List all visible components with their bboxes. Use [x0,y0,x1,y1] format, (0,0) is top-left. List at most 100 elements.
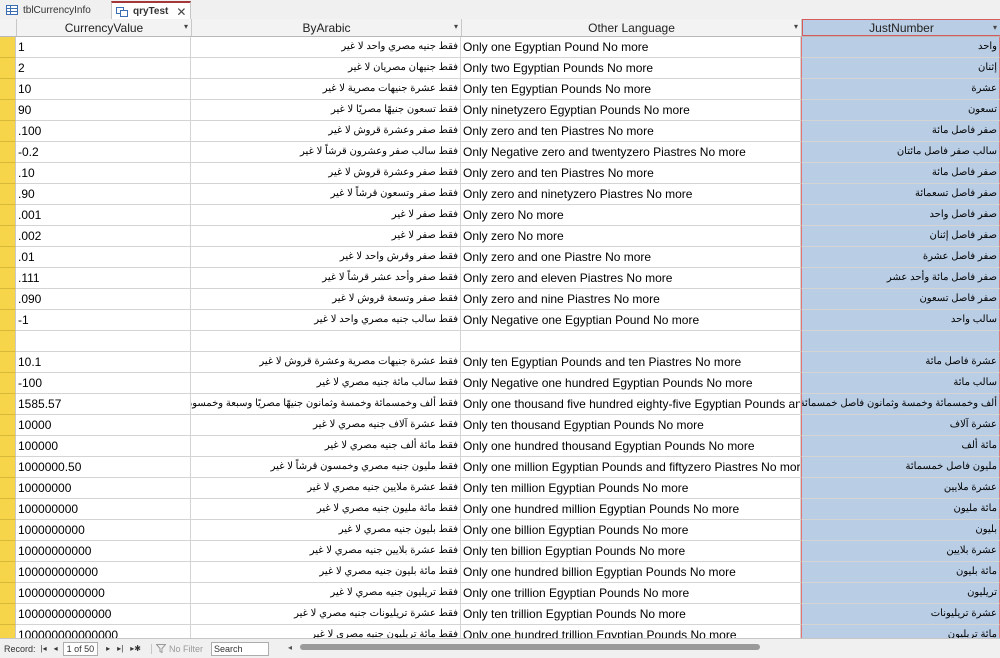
record-selector[interactable] [0,352,16,373]
cell-byarabic[interactable]: فقط جنيهان مصريان لا غير [191,58,461,79]
cell-other-language[interactable]: Only ten Egyptian Pounds and ten Piastre… [461,352,801,373]
record-selector[interactable] [0,331,16,352]
cell-other-language[interactable]: Only ten trillion Egyptian Pounds No mor… [461,604,801,625]
cell-other-language[interactable]: Only zero and ten Piastres No more [461,163,801,184]
dropdown-arrow-icon[interactable]: ▾ [184,22,188,31]
cell-other-language[interactable]: Only zero No more [461,205,801,226]
horizontal-scrollbar[interactable]: ◂ [288,643,996,652]
cell-byarabic[interactable]: فقط عشرة آلاف جنيه مصري لا غير [191,415,461,436]
cell-justnumber[interactable]: إثنان [801,58,1000,79]
first-record-icon[interactable]: |◂ [39,644,49,653]
cell-justnumber[interactable]: عشرة آلاف [801,415,1000,436]
cell-currencyvalue[interactable]: 1 [16,37,191,58]
cell-other-language[interactable]: Only one hundred thousand Egyptian Pound… [461,436,801,457]
record-selector[interactable] [0,394,16,415]
cell-justnumber[interactable]: صفر فاصل مائة وأحد عشر [801,268,1000,289]
cell-justnumber[interactable]: بليون [801,520,1000,541]
record-selector[interactable] [0,520,16,541]
cell-byarabic[interactable]: فقط مائة مليون جنيه مصري لا غير [191,499,461,520]
cell-other-language[interactable]: Only ten million Egyptian Pounds No more [461,478,801,499]
cell-currencyvalue[interactable]: 10.1 [16,352,191,373]
record-selector[interactable] [0,499,16,520]
cell-currencyvalue[interactable]: -100 [16,373,191,394]
cell-other-language[interactable]: Only one hundred million Egyptian Pounds… [461,499,801,520]
cell-byarabic[interactable]: فقط صفر لا غير [191,205,461,226]
cell-currencyvalue[interactable]: -1 [16,310,191,331]
cell-currencyvalue[interactable]: 10000 [16,415,191,436]
cell-currencyvalue[interactable]: .100 [16,121,191,142]
cell-justnumber[interactable]: ألف وخمسمائة وخمسة وثمانون فاصل خمسمائة … [801,394,1000,415]
scroll-left-icon[interactable]: ◂ [288,643,292,652]
column-header-other-language[interactable]: Other Language ▾ [462,19,802,36]
cell-byarabic[interactable]: فقط جنيه مصري واحد لا غير [191,37,461,58]
cell-justnumber[interactable]: عشرة بلايين [801,541,1000,562]
cell-currencyvalue[interactable]: 100000000000 [16,562,191,583]
cell-other-language[interactable]: Only zero No more [461,226,801,247]
cell-justnumber[interactable]: صفر فاصل مائة [801,163,1000,184]
cell-byarabic[interactable]: فقط مائة تريليون جنيه مصري لا غير [191,625,461,638]
cell-currencyvalue[interactable]: .10 [16,163,191,184]
cell-byarabic[interactable]: فقط تريليون جنيه مصري لا غير [191,583,461,604]
cell-currencyvalue[interactable]: -0.2 [16,142,191,163]
cell-other-language[interactable]: Only one billion Egyptian Pounds No more [461,520,801,541]
cell-justnumber[interactable]: صفر فاصل إثنان [801,226,1000,247]
cell-byarabic[interactable]: فقط صفر وأحد عشر قرشاً لا غير [191,268,461,289]
cell-byarabic[interactable]: فقط عشرة جنيهات مصرية لا غير [191,79,461,100]
cell-justnumber[interactable]: صفر فاصل عشرة [801,247,1000,268]
cell-currencyvalue[interactable]: 100000 [16,436,191,457]
cell-justnumber[interactable]: مائة تريليون [801,625,1000,638]
record-selector[interactable] [0,226,16,247]
dropdown-arrow-icon[interactable]: ▾ [993,23,997,32]
cell-byarabic[interactable]: فقط عشرة تريليونات جنيه مصري لا غير [191,604,461,625]
cell-currencyvalue[interactable] [16,331,191,352]
cell-other-language[interactable]: Only ten Egyptian Pounds No more [461,79,801,100]
cell-currencyvalue[interactable]: .90 [16,184,191,205]
cell-byarabic[interactable]: فقط ألف وخمسمائة وخمسة وثمانون جنيهًا مص… [191,394,461,415]
tab-tblcurrencyinfo[interactable]: tblCurrencyInfo [2,1,108,19]
select-all-corner[interactable] [0,19,17,36]
cell-other-language[interactable]: Only one Egyptian Pound No more [461,37,801,58]
cell-justnumber[interactable]: سالب صفر فاصل مائتان [801,142,1000,163]
record-selector[interactable] [0,142,16,163]
cell-other-language[interactable]: Only one trillion Egyptian Pounds No mor… [461,583,801,604]
cell-currencyvalue[interactable]: 90 [16,100,191,121]
cell-byarabic[interactable]: فقط صفر لا غير [191,226,461,247]
record-selector[interactable] [0,457,16,478]
cell-other-language[interactable]: Only one hundred billion Egyptian Pounds… [461,562,801,583]
new-record-icon[interactable]: ▸✱ [128,644,143,653]
record-selector[interactable] [0,268,16,289]
cell-byarabic[interactable]: فقط صفر وعشرة قروش لا غير [191,121,461,142]
cell-other-language[interactable]: Only zero and eleven Piastres No more [461,268,801,289]
previous-record-icon[interactable]: ◂ [52,644,60,653]
record-position-field[interactable]: 1 of 50 [62,641,99,656]
cell-byarabic[interactable]: فقط صفر وعشرة قروش لا غير [191,163,461,184]
cell-byarabic[interactable]: فقط صفر وقرش واحد لا غير [191,247,461,268]
cell-currencyvalue[interactable]: 10 [16,79,191,100]
cell-currencyvalue[interactable]: 10000000000 [16,541,191,562]
cell-currencyvalue[interactable]: .01 [16,247,191,268]
record-selector[interactable] [0,625,16,638]
column-header-currencyvalue[interactable]: CurrencyValue ▾ [17,19,192,36]
cell-byarabic[interactable] [191,331,461,352]
cell-justnumber[interactable]: مائة مليون [801,499,1000,520]
dropdown-arrow-icon[interactable]: ▾ [794,22,798,31]
cell-justnumber[interactable]: عشرة تريليونات [801,604,1000,625]
cell-justnumber[interactable]: مليون فاصل خمسمائة [801,457,1000,478]
filter-indicator[interactable]: No Filter [150,643,203,654]
cell-other-language[interactable]: Only zero and ninetyzero Piastres No mor… [461,184,801,205]
cell-other-language[interactable]: Only one hundred trillion Egyptian Pound… [461,625,801,638]
cell-currencyvalue[interactable]: 1000000000 [16,520,191,541]
cell-byarabic[interactable]: فقط عشرة ملايين جنيه مصري لا غير [191,478,461,499]
cell-currencyvalue[interactable]: 2 [16,58,191,79]
cell-byarabic[interactable]: فقط تسعون جنيهًا مصريًا لا غير [191,100,461,121]
tab-qrytest[interactable]: qryTest ✕ [111,1,191,20]
cell-currencyvalue[interactable]: 1585.57 [16,394,191,415]
record-selector[interactable] [0,541,16,562]
cell-justnumber[interactable] [801,331,1000,352]
cell-byarabic[interactable]: فقط عشرة بلايين جنيه مصري لا غير [191,541,461,562]
cell-justnumber[interactable]: صفر فاصل تسعمائة [801,184,1000,205]
record-selector[interactable] [0,310,16,331]
dropdown-arrow-icon[interactable]: ▾ [454,22,458,31]
cell-byarabic[interactable]: فقط بليون جنيه مصري لا غير [191,520,461,541]
cell-currencyvalue[interactable]: .002 [16,226,191,247]
